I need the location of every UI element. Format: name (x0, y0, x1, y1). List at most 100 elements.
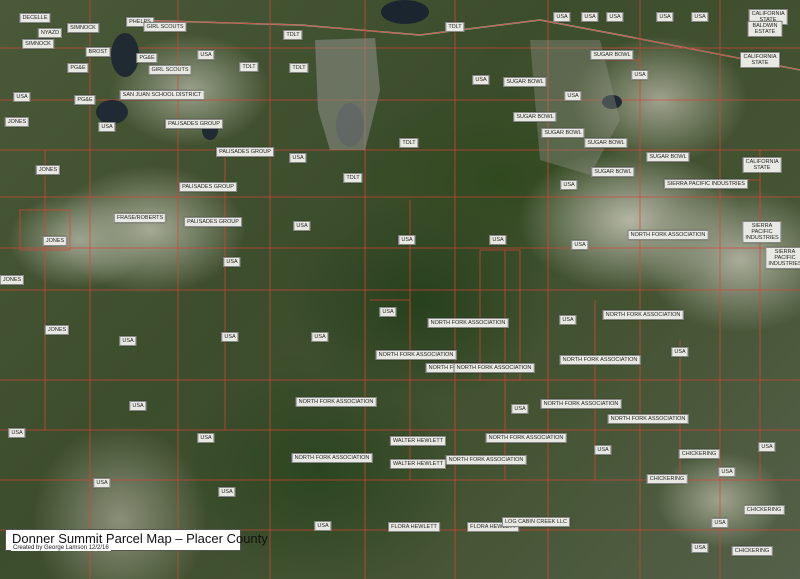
parcel-label: NORTH FORK ASSOCIATION (540, 399, 622, 409)
parcel-label: SUGAR BOWL (513, 112, 557, 122)
parcel-label: JONES (44, 325, 70, 335)
parcel-label: USA (311, 332, 329, 342)
parcel-label: PG&E (67, 63, 89, 73)
parcel-label: FLORA HEWLETT (388, 522, 440, 532)
parcel-label: NORTH FORK ASSOCIATION (627, 230, 709, 240)
parcel-label: SUGAR BOWL (590, 50, 634, 60)
parcel-label: USA (631, 70, 649, 80)
parcel-label: SUGAR BOWL (541, 128, 585, 138)
parcel-label: BALDWIN ESTATE (747, 21, 783, 37)
parcel-label: USA (691, 543, 709, 553)
parcel-label: USA (129, 401, 147, 411)
parcel-label: NYAZD (37, 28, 63, 38)
parcel-label: TDLT (289, 63, 309, 73)
parcel-label: JONES (4, 117, 30, 127)
parcel-label: USA (656, 12, 674, 22)
parcel-label: SUGAR BOWL (646, 152, 690, 162)
parcel-label: JONES (0, 275, 25, 285)
parcel-label: FRASE/ROBERTS (113, 213, 167, 223)
parcel-label: CHICKERING (678, 449, 720, 459)
parcel-label: USA (718, 467, 736, 477)
parcel-label: USA (559, 315, 577, 325)
parcel-label: USA (379, 307, 397, 317)
parcel-label: WALTER HEWLETT (389, 459, 447, 469)
parcel-label: TDLT (283, 30, 303, 40)
parcel-label: USA (8, 428, 26, 438)
parcel-label: PALISADES GROUP (216, 147, 274, 157)
parcel-boundaries (0, 0, 800, 579)
parcel-label: USA (293, 221, 311, 231)
parcel-label: USA (511, 404, 529, 414)
parcel-label: NORTH FORK ASSOCIATION (445, 455, 527, 465)
parcel-label: SUGAR BOWL (591, 167, 635, 177)
parcel-label: SIERRA PACIFIC INDUSTRIES (765, 247, 800, 269)
parcel-label: NORTH FORK ASSOCIATION (427, 318, 509, 328)
parcel-label: SIMNOCK (67, 23, 99, 33)
parcel-label: USA (398, 235, 416, 245)
parcel-label: USA (758, 442, 776, 452)
parcel-label: SUGAR BOWL (503, 77, 547, 87)
parcel-label: LOG CABIN CREEK LLC (501, 517, 571, 527)
parcel-label: NORTH FORK ASSOCIATION (559, 355, 641, 365)
parcel-label: CALIFORNIA STATE (742, 157, 782, 173)
parcel-label: USA (564, 91, 582, 101)
parcel-label: USA (289, 153, 307, 163)
parcel-label: USA (13, 92, 31, 102)
parcel-label: CHICKERING (731, 546, 773, 556)
parcel-label: SIMNOCK (22, 39, 54, 49)
parcel-label: USA (560, 180, 578, 190)
parcel-label: BROST (85, 47, 111, 57)
parcel-label: USA (606, 12, 624, 22)
parcel-label: CHICKERING (646, 474, 688, 484)
parcel-label: NORTH FORK ASSOCIATION (485, 433, 567, 443)
parcel-label: USA (119, 336, 137, 346)
parcel-label: USA (218, 487, 236, 497)
parcel-label: USA (553, 12, 571, 22)
parcel-label: NORTH FORK ASSOCIATION (291, 453, 373, 463)
parcel-label: SIERRA PACIFIC INDUSTRIES (664, 179, 748, 189)
parcel-label: USA (314, 521, 332, 531)
parcel-label: USA (571, 240, 589, 250)
parcel-label: USA (581, 12, 599, 22)
parcel-label: PALISADES GROUP (165, 119, 223, 129)
parcel-label: USA (221, 332, 239, 342)
parcel-label: WALTER HEWLETT (389, 436, 447, 446)
parcel-label: NORTH FORK ASSOCIATION (375, 350, 457, 360)
parcel-label: CALIFORNIA STATE (740, 52, 780, 68)
parcel-label: JONES (42, 236, 68, 246)
parcel-label: NORTH FORK ASSOCIATION (295, 397, 377, 407)
parcel-label: DECELLE (19, 13, 51, 23)
parcel-label: TDLT (239, 62, 259, 72)
parcel-label: NORTH FORK ASSOCIATION (453, 363, 535, 373)
parcel-label: PG&E (136, 53, 158, 63)
parcel-label: USA (93, 478, 111, 488)
aerial-map[interactable] (0, 0, 800, 579)
parcel-label: PG&E (74, 95, 96, 105)
parcel-label: USA (223, 257, 241, 267)
parcel-label: USA (197, 433, 215, 443)
parcel-label: USA (98, 122, 116, 132)
parcel-label: TDLT (343, 173, 363, 183)
parcel-label: SAN JUAN SCHOOL DISTRICT (119, 90, 205, 100)
parcel-label: USA (671, 347, 689, 357)
parcel-label: PALISADES GROUP (179, 182, 237, 192)
parcel-label: USA (594, 445, 612, 455)
parcel-label: NORTH FORK ASSOCIATION (607, 414, 689, 424)
parcel-label: SIERRA PACIFIC INDUSTRIES (742, 221, 782, 243)
parcel-label: USA (472, 75, 490, 85)
parcel-label: GIRL SCOUTS (148, 65, 192, 75)
parcel-label: JONES (35, 165, 61, 175)
parcel-label: TDLT (445, 22, 465, 32)
parcel-label: USA (197, 50, 215, 60)
parcel-label: USA (691, 12, 709, 22)
parcel-label: USA (711, 518, 729, 528)
parcel-label: CHICKERING (743, 505, 785, 515)
parcel-label: SUGAR BOWL (584, 138, 628, 148)
map-credit: Created by George Lamson 12/2/16 (11, 545, 111, 551)
parcel-label: TDLT (399, 138, 419, 148)
parcel-label: GIRL SCOUTS (143, 22, 187, 32)
parcel-label: NORTH FORK ASSOCIATION (602, 310, 684, 320)
parcel-label: PALISADES GROUP (184, 217, 242, 227)
map-title: Donner Summit Parcel Map – Placer County (12, 531, 268, 546)
parcel-label: USA (489, 235, 507, 245)
